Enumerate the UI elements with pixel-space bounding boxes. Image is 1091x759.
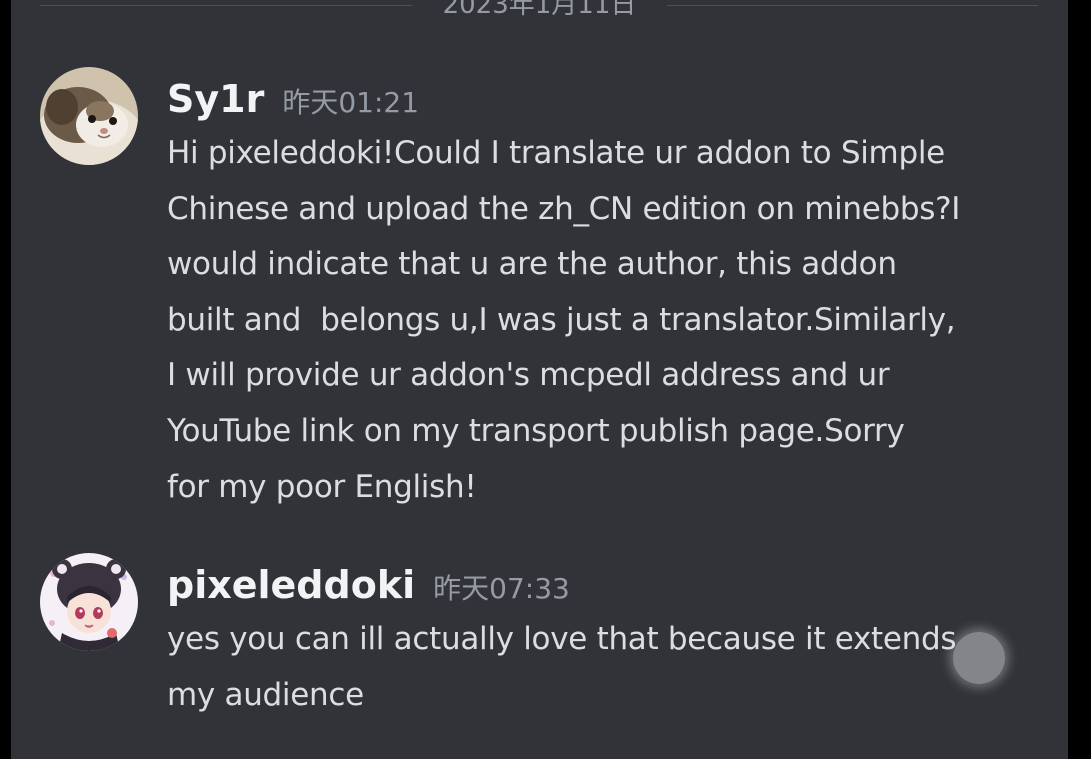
anime-girl-avatar-icon[interactable]: [40, 553, 138, 651]
username[interactable]: Sy1r: [167, 77, 264, 121]
touch-indicator: [953, 632, 1005, 684]
timestamp: 昨天01:21: [282, 86, 420, 119]
chat-panel: 2023年1月11日 Sy1r 昨天01:21 Hi pixeleddoki!Co…: [11, 0, 1068, 759]
date-divider-line-left: [40, 5, 412, 6]
message-header: pixeleddoki 昨天07:33: [167, 554, 570, 620]
cat-avatar-icon[interactable]: [40, 67, 138, 165]
message-content: yes you can ill actually love that becau…: [167, 621, 957, 713]
timestamp: 昨天07:33: [433, 572, 570, 605]
message-content: Hi pixeleddoki!Could I translate ur addo…: [167, 135, 961, 505]
date-divider-line-right: [667, 5, 1038, 6]
message-header: Sy1r 昨天01:21: [167, 68, 419, 134]
date-divider: 2023年1月11日: [40, 0, 1038, 22]
username[interactable]: pixeleddoki: [167, 563, 415, 607]
date-divider-text: 2023年1月11日: [442, 0, 637, 20]
